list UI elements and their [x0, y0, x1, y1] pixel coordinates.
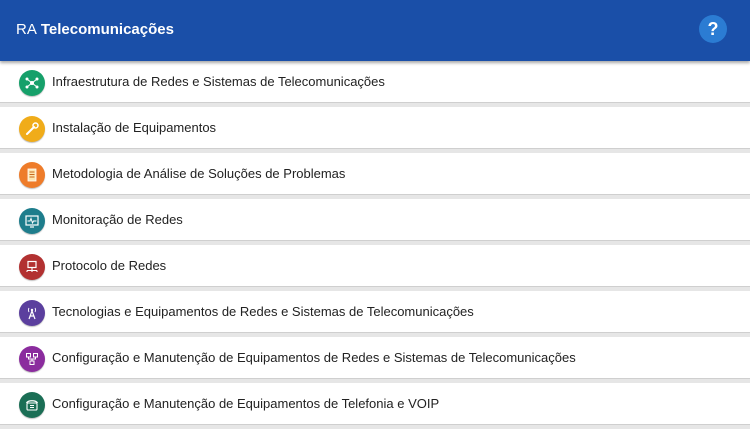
list-item[interactable]: Metodologia de Análise de Soluções de Pr… [0, 153, 750, 195]
document-icon [19, 162, 45, 188]
list-item[interactable]: Infraestrutura de Redes e Sistemas de Te… [0, 61, 750, 103]
list-item-label: Monitoração de Redes [52, 212, 183, 227]
wrench-icon [19, 116, 45, 142]
list-item[interactable]: Protocolo de Redes [0, 245, 750, 287]
list-item[interactable]: Configuração e Manutenção de Equipamento… [0, 337, 750, 379]
network-config-icon [19, 346, 45, 372]
monitor-pulse-icon [19, 208, 45, 234]
telephone-icon [19, 392, 45, 418]
app-title-name: Telecomunicações [40, 21, 174, 38]
list-item-label: Instalação de Equipamentos [52, 120, 217, 135]
list-item[interactable]: Configuração e Manutenção de Equipamento… [0, 383, 750, 425]
list-item-label: Infraestrutura de Redes e Sistemas de Te… [52, 74, 385, 89]
list-item-label: Protocolo de Redes [52, 258, 167, 273]
app-title-prefix: RA [16, 21, 37, 38]
antenna-tower-icon [19, 300, 45, 326]
list-item[interactable]: Instalação de Equipamentos [0, 107, 750, 149]
list-item-label: Configuração e Manutenção de Equipamento… [52, 396, 440, 411]
network-computer-icon [19, 254, 45, 280]
app-title: RA Telecomunicações [16, 21, 174, 38]
topic-list: Infraestrutura de Redes e Sistemas de Te… [0, 61, 750, 429]
help-button[interactable]: ? [699, 15, 727, 43]
list-item[interactable]: Monitoração de Redes [0, 199, 750, 241]
list-item[interactable]: Tecnologias e Equipamentos de Redes e Si… [0, 291, 750, 333]
list-item-label: Configuração e Manutenção de Equipamento… [52, 350, 576, 365]
app-bar: RA Telecomunicações ? [0, 0, 750, 61]
list-item-label: Metodologia de Análise de Soluções de Pr… [52, 166, 346, 181]
list-item-label: Tecnologias e Equipamentos de Redes e Si… [52, 304, 474, 319]
network-nodes-icon [19, 70, 45, 96]
